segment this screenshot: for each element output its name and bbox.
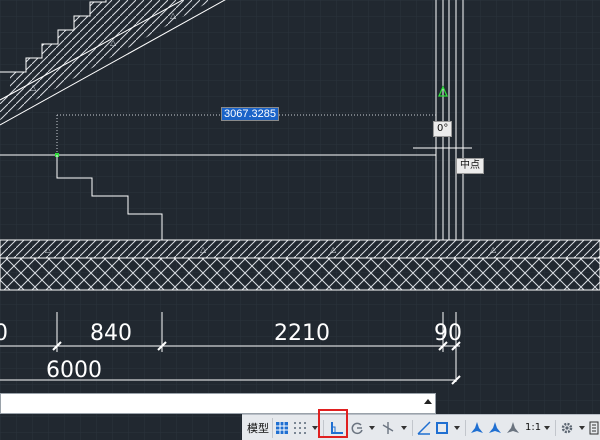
drawing-canvas[interactable]: △ △ △ △ △ △ △ 0 840 2210 90 6000 <box>0 0 600 440</box>
object-snap-dropdown-icon[interactable] <box>453 425 460 430</box>
dimension-text: 90 <box>434 321 462 346</box>
ortho-mode-button[interactable] <box>326 418 348 438</box>
object-snap-icon <box>435 421 448 434</box>
isodraft-icon <box>382 421 394 434</box>
annotation-scale-selector[interactable]: 1:1 <box>522 418 541 438</box>
dimension-text: 6000 <box>46 358 102 383</box>
workspace-dropdown-icon[interactable] <box>579 425 586 430</box>
status-bar: 模型 1:1 <box>242 414 600 440</box>
dynamic-input-value: 3067.3285 <box>222 108 278 120</box>
svg-text:△: △ <box>490 245 497 254</box>
svg-text:△: △ <box>330 245 337 254</box>
menu-icon <box>589 421 599 434</box>
isodraft-dropdown-icon[interactable] <box>400 425 407 430</box>
separator <box>411 419 413 436</box>
separator <box>322 419 324 436</box>
annotation-monitor-icon <box>506 421 519 433</box>
model-tab[interactable]: 模型 <box>244 417 273 438</box>
polar-tracking-dropdown-icon[interactable] <box>368 425 375 430</box>
dimension-text: 0 <box>0 321 8 346</box>
polar-tracking-icon <box>351 422 363 434</box>
auto-scale-button[interactable] <box>486 418 504 438</box>
gear-icon <box>561 422 573 433</box>
svg-text:△: △ <box>30 83 37 92</box>
angle-tooltip: 0° <box>433 121 453 137</box>
annotation-autoscale-icon <box>488 421 501 433</box>
annotation-scale-icon <box>470 421 483 433</box>
separator <box>464 419 466 436</box>
workspace-switch-button[interactable] <box>558 418 576 438</box>
snap-tracking-icon <box>417 420 431 435</box>
snap-mode-dropdown-icon[interactable] <box>311 425 318 430</box>
isodraft-button[interactable] <box>378 418 398 438</box>
polar-tracking-button[interactable] <box>348 418 366 438</box>
annotation-monitor-button[interactable] <box>504 418 522 438</box>
snap-grid-icon <box>293 421 306 434</box>
svg-text:△: △ <box>110 38 117 47</box>
annotation-scale-dropdown-icon[interactable] <box>544 425 551 430</box>
ortho-icon <box>330 421 343 434</box>
snap-mode-button[interactable] <box>291 418 309 438</box>
separator <box>555 419 557 436</box>
svg-text:△: △ <box>200 245 207 254</box>
annotation-visibility-button[interactable] <box>468 418 486 438</box>
command-line-input[interactable] <box>0 393 436 414</box>
snap-tooltip: 中点 <box>456 158 484 174</box>
dynamic-input-field[interactable]: 3067.3285 <box>221 107 279 121</box>
status-bar-menu-button[interactable] <box>588 418 600 438</box>
dimension-text: 2210 <box>274 321 330 346</box>
object-snap-tracking-button[interactable] <box>415 418 433 438</box>
command-history-arrow-icon[interactable] <box>424 399 432 404</box>
svg-text:△: △ <box>170 11 177 20</box>
grid-display-button[interactable] <box>273 418 291 438</box>
floor-slab: △ △ △ △ <box>0 239 600 291</box>
grid-icon <box>275 421 288 434</box>
object-snap-button[interactable] <box>433 418 451 438</box>
dimension-text: 840 <box>90 321 132 346</box>
svg-text:△: △ <box>45 245 52 254</box>
